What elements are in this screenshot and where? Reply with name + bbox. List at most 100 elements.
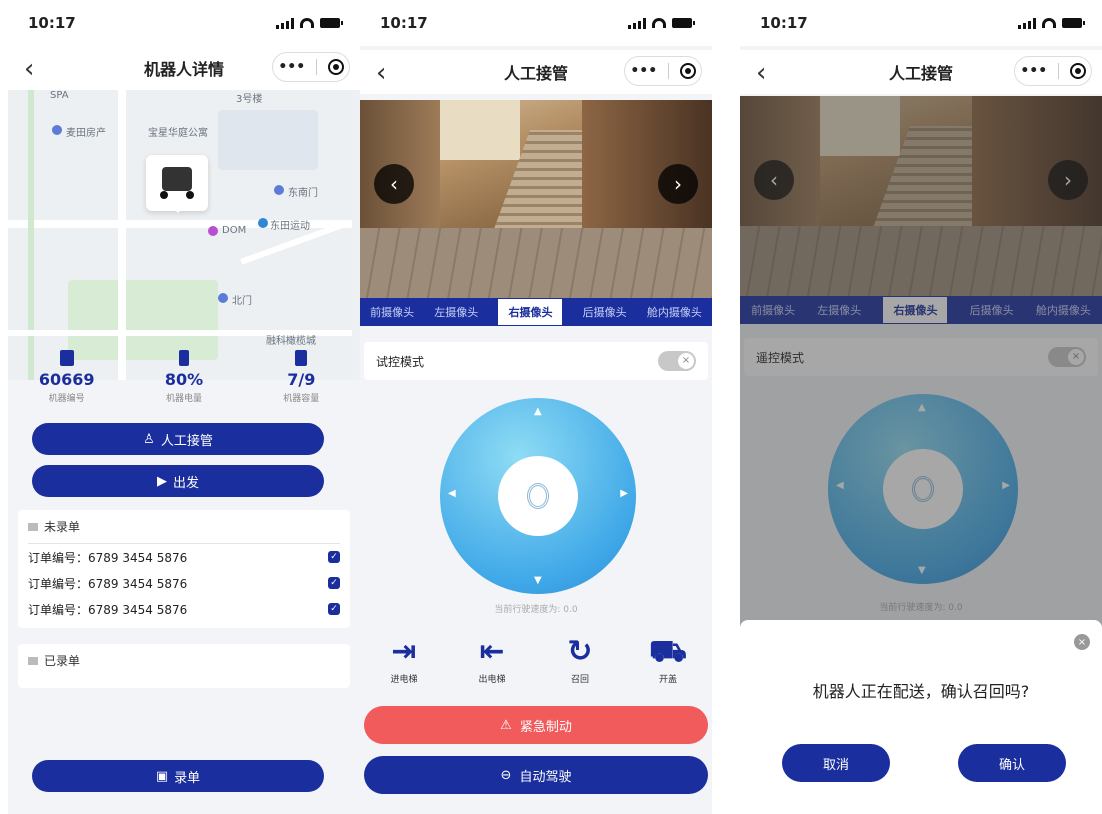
up-arrow-icon: ▲ xyxy=(534,406,542,417)
mode-toggle[interactable] xyxy=(658,351,696,371)
steering-wheel-icon: ⊖ xyxy=(500,767,512,783)
next-camera-icon[interactable]: › xyxy=(658,164,698,204)
nav-bar: ‹ 人工接管 ••• xyxy=(740,50,1102,94)
recall-icon: ↻ xyxy=(567,634,593,669)
nav-bar: ‹ 人工接管 ••• xyxy=(360,50,712,94)
battery-icon xyxy=(178,350,189,366)
checkbox-checked-icon[interactable]: ✓ xyxy=(328,603,340,615)
mini-program-capsule: ••• xyxy=(272,52,350,82)
map-label: 北门 xyxy=(232,296,252,307)
map-label: SPA xyxy=(50,90,69,101)
list-icon xyxy=(28,656,38,665)
record-order-button[interactable]: ▣ 录单 xyxy=(32,760,324,792)
more-icon[interactable]: ••• xyxy=(278,59,305,75)
tab-front-camera[interactable]: 前摄像头 xyxy=(370,304,414,320)
map-label: 麦田房产 xyxy=(66,128,106,139)
cancel-button[interactable]: 取消 xyxy=(782,744,890,782)
prev-camera-icon[interactable]: ‹ xyxy=(374,164,414,204)
dialog-message: 机器人正在配送，确认召回吗? xyxy=(812,682,1030,701)
status-bar: 10:17 xyxy=(360,0,712,46)
status-bar: 10:17 xyxy=(740,0,1102,46)
recorded-orders-card: 已录单 xyxy=(18,644,350,688)
depart-button[interactable]: ▶ 出发 xyxy=(32,465,324,497)
recall-confirm-screen: 10:17 ‹ 人工接管 ••• ‹ › 前摄像头 左摄像头 右摄像头 后摄像头… xyxy=(740,0,1102,814)
enter-elevator-button[interactable]: ⇥ 进电梯 xyxy=(369,632,439,685)
recall-button[interactable]: ↻ 召回 xyxy=(545,632,615,685)
enter-elevator-icon: ⇥ xyxy=(391,634,417,669)
joystick[interactable]: ▲ ▼ ◀ ▶ xyxy=(440,398,636,594)
confirm-button[interactable]: 确认 xyxy=(958,744,1066,782)
status-bar: 10:17 xyxy=(8,0,360,46)
exit-elevator-button[interactable]: ⇤ 出电梯 xyxy=(457,632,527,685)
unrecorded-orders-card: 未录单 订单编号：6789 3454 5876 ✓ 订单编号：6789 3454 … xyxy=(18,510,350,628)
auto-drive-button[interactable]: ⊖ 自动驾驶 xyxy=(364,756,708,794)
map-label: 东南门 xyxy=(288,188,318,199)
joystick-handle[interactable] xyxy=(498,456,578,536)
battery-icon xyxy=(320,18,343,28)
signal-icon xyxy=(276,17,294,29)
more-icon[interactable]: ••• xyxy=(1020,63,1047,79)
map-label: 3号楼 xyxy=(236,94,263,105)
fingerprint-icon xyxy=(527,483,549,509)
robot-icon xyxy=(162,167,192,191)
map-label: 宝星华庭公寓 xyxy=(148,128,208,139)
robot-detail-screen: 10:17 ‹ 机器人详情 ••• SPA 3号楼 麦田房产 宝星华庭公寓 东南… xyxy=(8,0,360,814)
left-arrow-icon: ◀ xyxy=(448,488,456,499)
right-arrow-icon: ▶ xyxy=(620,488,628,499)
tab-right-camera[interactable]: 右摄像头 xyxy=(498,299,563,325)
down-arrow-icon: ▼ xyxy=(534,575,542,586)
status-time: 10:17 xyxy=(760,14,808,32)
emergency-brake-button[interactable]: ⚠ 紧急制动 xyxy=(364,706,708,744)
mini-program-capsule: ••• xyxy=(1014,56,1092,86)
takeover-button[interactable]: ♙ 人工接管 xyxy=(32,423,324,455)
nav-bar: ‹ 机器人详情 ••• xyxy=(8,46,360,90)
stat-battery: 80% 机器电量 xyxy=(134,350,234,408)
close-program-icon[interactable] xyxy=(327,59,344,75)
robot-icon xyxy=(59,350,74,366)
map-view[interactable]: SPA 3号楼 麦田房产 宝星华庭公寓 东南门 东田运动 DOM 北门 融科橄榄… xyxy=(8,90,360,380)
warning-icon: ⚠ xyxy=(500,717,512,733)
map-label: 融科橄榄城 xyxy=(266,336,316,347)
close-program-icon[interactable] xyxy=(679,63,696,79)
close-program-icon[interactable] xyxy=(1069,63,1086,79)
camera-tabs: 前摄像头 左摄像头 右摄像头 后摄像头 舱内摄像头 xyxy=(360,298,712,326)
more-icon[interactable]: ••• xyxy=(630,63,657,79)
mode-label: 试控模式 xyxy=(376,354,425,369)
list-item[interactable]: 订单编号：6789 3454 5876 ✓ xyxy=(28,544,340,570)
user-icon: ♙ xyxy=(143,431,155,447)
stat-capacity: 7/9 机器容量 xyxy=(251,350,351,408)
wifi-icon xyxy=(1042,18,1056,28)
speed-readout: 当前行驶速度为: 0.0 xyxy=(494,605,578,615)
signal-icon xyxy=(628,17,646,29)
back-icon[interactable]: ‹ xyxy=(24,54,34,84)
page-title: 机器人详情 xyxy=(143,60,224,79)
exit-elevator-icon: ⇤ xyxy=(479,634,505,669)
open-lid-button[interactable]: ⛟ 开盖 xyxy=(633,632,703,685)
status-icons xyxy=(276,17,343,29)
checkbox-checked-icon[interactable]: ✓ xyxy=(328,551,340,563)
list-item[interactable]: 订单编号：6789 3454 5876 ✓ xyxy=(28,596,340,622)
list-item[interactable]: 订单编号：6789 3454 5876 ✓ xyxy=(28,570,340,596)
back-icon[interactable]: ‹ xyxy=(376,58,386,88)
robot-location-marker[interactable] xyxy=(146,155,208,213)
tab-left-camera[interactable]: 左摄像头 xyxy=(434,304,478,320)
list-icon xyxy=(28,522,38,531)
checkbox-checked-icon[interactable]: ✓ xyxy=(328,577,340,589)
map-label: DOM xyxy=(222,225,247,236)
capacity-icon xyxy=(295,350,308,366)
wifi-icon xyxy=(652,18,666,28)
robot-stats: 60669 机器编号 80% 机器电量 7/9 机器容量 xyxy=(8,350,360,408)
record-icon: ▣ xyxy=(155,768,169,784)
signal-icon xyxy=(1018,17,1036,29)
battery-icon xyxy=(672,18,695,28)
page-title: 人工接管 xyxy=(503,64,568,83)
tab-rear-camera[interactable]: 后摄像头 xyxy=(583,304,627,320)
status-time: 10:17 xyxy=(28,14,76,32)
close-icon[interactable]: × xyxy=(1074,634,1090,650)
back-icon[interactable]: ‹ xyxy=(756,58,766,88)
stat-robot-id: 60669 机器编号 xyxy=(17,350,117,408)
action-buttons: ⇥ 进电梯 ⇤ 出电梯 ↻ 召回 ⛟ 开盖 xyxy=(360,632,712,685)
camera-feed: ‹ › xyxy=(360,100,712,298)
open-lid-icon: ⛟ xyxy=(649,634,687,669)
tab-cabin-camera[interactable]: 舱内摄像头 xyxy=(647,304,702,320)
